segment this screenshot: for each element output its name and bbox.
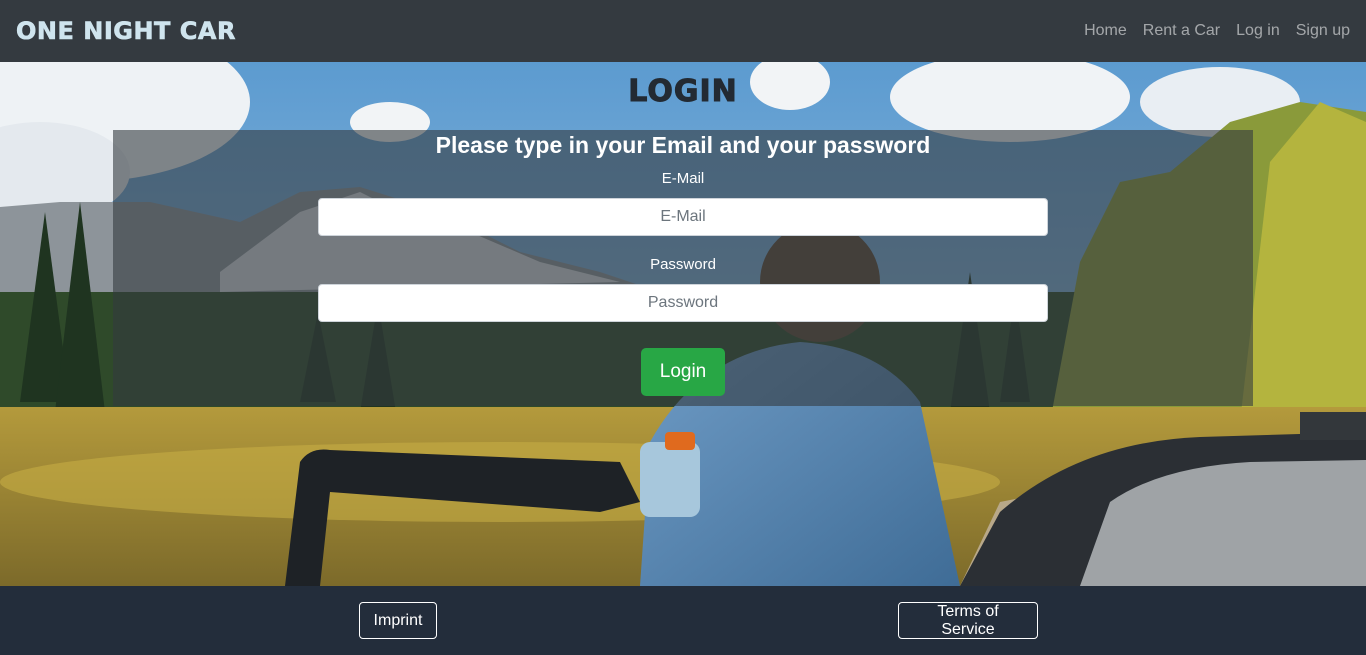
footer: Imprint Terms of Service (0, 586, 1366, 655)
nav-link-sign-up[interactable]: Sign up (1296, 22, 1350, 40)
email-label: E-Mail (661, 170, 705, 187)
page-title: LOGIN (628, 74, 738, 110)
navbar: ONE NIGHT CAR Home Rent a Car Log in Sig… (0, 0, 1366, 62)
imprint-button[interactable]: Imprint (359, 602, 437, 639)
login-form-heading: Please type in your Email and your passw… (435, 132, 931, 158)
password-input[interactable] (318, 284, 1048, 322)
nav-links: Home Rent a Car Log in Sign up (1084, 22, 1350, 40)
login-form-panel: Please type in your Email and your passw… (113, 130, 1253, 406)
nav-link-home[interactable]: Home (1084, 22, 1127, 40)
terms-of-service-button[interactable]: Terms of Service (898, 602, 1038, 639)
brand-logo[interactable]: ONE NIGHT CAR (16, 17, 236, 46)
login-button[interactable]: Login (641, 348, 725, 396)
password-label: Password (650, 256, 716, 273)
hero-section: LOGIN Please type in your Email and your… (0, 62, 1366, 586)
nav-link-log-in[interactable]: Log in (1236, 22, 1280, 40)
nav-link-rent-a-car[interactable]: Rent a Car (1143, 22, 1220, 40)
email-input[interactable] (318, 198, 1048, 236)
